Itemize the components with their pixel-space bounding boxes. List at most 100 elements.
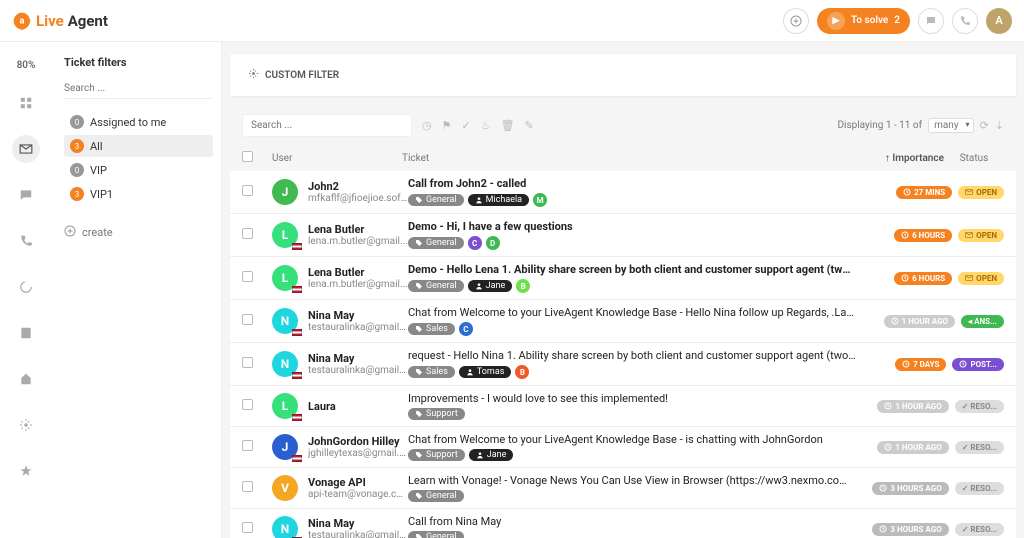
time-pill: 6 HOURS [894, 272, 952, 285]
department-chip: Sales [408, 323, 455, 335]
user-name: Nina May [308, 517, 408, 530]
to-solve-button[interactable]: ▶ To solve 2 [817, 8, 910, 34]
to-solve-count: 2 [894, 15, 900, 26]
user-email: testauralinka@gmail.c... [308, 322, 408, 333]
clock-icon[interactable]: ◷ [422, 119, 432, 132]
avatar: N [272, 351, 308, 377]
status-pill: ✓ RESO... [955, 523, 1004, 536]
ticket-row[interactable]: V Vonage API api-team@vonage.com Learn w… [230, 468, 1016, 509]
add-button[interactable] [783, 8, 809, 34]
col-user[interactable]: User [272, 153, 402, 164]
col-status[interactable]: Status [944, 153, 1004, 164]
ticket-subject: request - Hello Nina 1. Ability share sc… [408, 349, 856, 362]
select-all-checkbox[interactable] [242, 151, 253, 162]
row-checkbox[interactable] [242, 228, 253, 239]
tag-dot: D [486, 236, 500, 250]
filter-count-badge: 0 [70, 115, 84, 129]
ticket-row[interactable]: N Nina May testauralinka@gmail.c... Call… [230, 509, 1016, 538]
status-pill: ✓ RESO... [955, 400, 1004, 413]
time-pill: 1 HOUR AGO [884, 315, 955, 328]
tag-dot: C [459, 322, 473, 336]
filter-label: Assigned to me [90, 116, 166, 129]
department-chip: Sales [408, 366, 455, 378]
row-checkbox[interactable] [242, 481, 253, 492]
row-checkbox[interactable] [242, 357, 253, 368]
chat-button[interactable] [918, 8, 944, 34]
status-pill: ✓ RESO... [955, 482, 1004, 495]
user-name: Vonage API [308, 476, 408, 489]
department-chip: General [408, 531, 464, 538]
tag-dot: M [533, 193, 547, 207]
filter-item[interactable]: 3VIP1 [64, 183, 213, 205]
brand-logo[interactable]: a LiveAgent [12, 11, 108, 31]
tickets-icon[interactable] [12, 135, 40, 163]
filter-label: VIP1 [90, 188, 113, 201]
ticket-search-input[interactable] [242, 114, 412, 137]
user-email: mfkaflf@jfioejioe.sofds [308, 193, 408, 204]
chats-icon[interactable] [12, 181, 40, 209]
star-icon[interactable] [12, 457, 40, 485]
agent-chip: Michaela [468, 194, 529, 206]
row-checkbox[interactable] [242, 314, 253, 325]
ticket-subject: Chat from Welcome to your LiveAgent Know… [408, 433, 856, 446]
call-button[interactable] [952, 8, 978, 34]
page-size-select[interactable]: many [928, 118, 973, 133]
loading-icon[interactable] [12, 273, 40, 301]
filter-item[interactable]: 3All [64, 135, 213, 157]
row-checkbox[interactable] [242, 522, 253, 533]
row-checkbox[interactable] [242, 440, 253, 451]
department-chip: General [408, 237, 464, 249]
tools-icon[interactable]: ✎ [525, 119, 534, 132]
agent-chip: Jane [469, 449, 514, 461]
row-checkbox[interactable] [242, 185, 253, 196]
ticket-list: J John2 mfkaflf@jfioejioe.sofds Call fro… [230, 171, 1016, 538]
department-chip: General [408, 490, 464, 502]
trash-icon[interactable]: 🗑 [501, 119, 515, 132]
row-checkbox[interactable] [242, 399, 253, 410]
dashboard-icon[interactable] [12, 89, 40, 117]
ticket-row[interactable]: L Laura Improvements - I would love to s… [230, 386, 1016, 427]
gear-icon [248, 68, 259, 82]
ticket-row[interactable]: L Lena Butler lena.m.butler@gmail... Dem… [230, 257, 1016, 300]
avatar: L [272, 265, 308, 291]
knowledge-icon[interactable] [12, 365, 40, 393]
ticket-row[interactable]: J JohnGordon Hilley jghilleytexas@gmail.… [230, 427, 1016, 468]
user-avatar[interactable]: A [986, 8, 1012, 34]
user-name: Nina May [308, 352, 408, 365]
ticket-row[interactable]: N Nina May testauralinka@gmail.c... requ… [230, 343, 1016, 386]
status-pill: OPEN [958, 229, 1004, 242]
department-chip: General [408, 194, 464, 206]
custom-filter-bar[interactable]: CUSTOM FILTER [230, 54, 1016, 96]
filter-count-badge: 0 [70, 163, 84, 177]
download-icon[interactable]: ⇣ [995, 119, 1004, 132]
flag-icon[interactable]: ⚑ [442, 119, 452, 132]
flag-icon [292, 286, 302, 293]
toolbar: ◷ ⚑ ✓ ♨ 🗑 ✎ Displaying 1 - 11 of many ⟳ … [230, 106, 1016, 145]
ticket-row[interactable]: N Nina May testauralinka@gmail.c... Chat… [230, 300, 1016, 343]
ticket-row[interactable]: J John2 mfkaflf@jfioejioe.sofds Call fro… [230, 171, 1016, 214]
ticket-row[interactable]: L Lena Butler lena.m.butler@gmail... Dem… [230, 214, 1016, 257]
calls-icon[interactable] [12, 227, 40, 255]
user-name: Laura [308, 400, 408, 413]
main-area: CUSTOM FILTER ◷ ⚑ ✓ ♨ 🗑 ✎ Displaying 1 -… [222, 42, 1024, 538]
settings-icon[interactable] [12, 411, 40, 439]
filter-item[interactable]: 0 Assigned to me [64, 111, 213, 133]
col-importance[interactable]: ↑ Importance [864, 153, 944, 164]
avatar: L [272, 222, 308, 248]
row-checkbox[interactable] [242, 271, 253, 282]
contacts-icon[interactable] [12, 319, 40, 347]
ticket-subject: Improvements - I would love to see this … [408, 392, 856, 405]
filter-count-badge: 3 [70, 139, 84, 153]
user-name: Nina May [308, 309, 408, 322]
refresh-icon[interactable]: ⟳ [980, 119, 989, 132]
ticket-subject: Call from John2 - called [408, 177, 856, 190]
tag-dot: B [515, 365, 529, 379]
flag-icon [292, 372, 302, 379]
filter-item[interactable]: 0VIP [64, 159, 213, 181]
create-filter-button[interactable]: create [64, 225, 213, 240]
fire-icon[interactable]: ♨ [481, 119, 491, 132]
filters-search-input[interactable] [64, 79, 213, 99]
flag-icon [292, 455, 302, 462]
col-ticket[interactable]: Ticket [402, 153, 864, 164]
check-icon[interactable]: ✓ [461, 119, 470, 132]
